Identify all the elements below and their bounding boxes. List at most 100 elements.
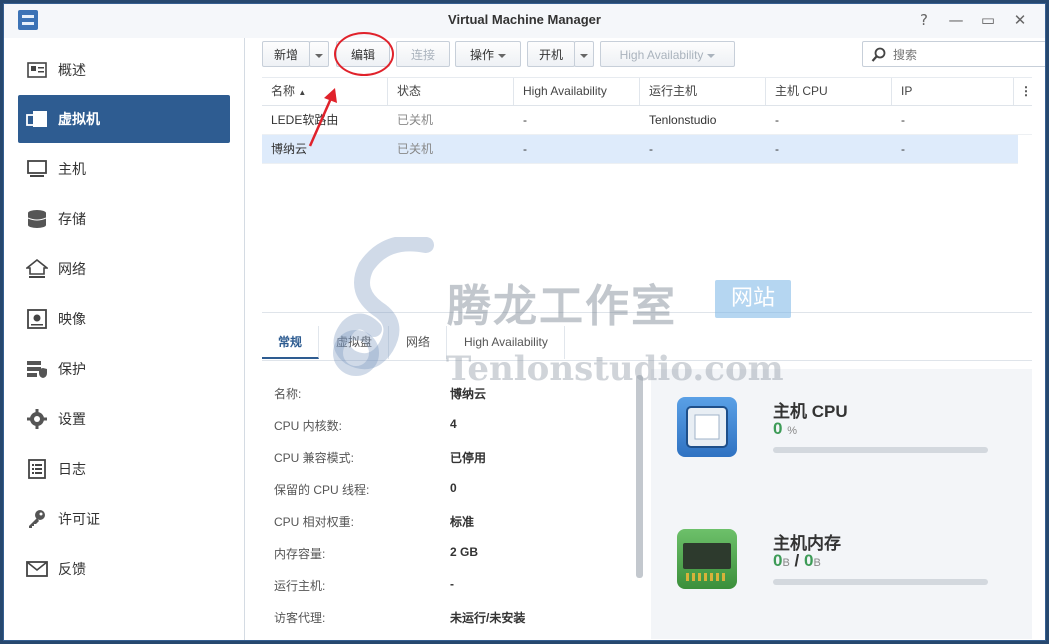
sidebar-item-label: 主机 xyxy=(58,161,86,177)
app-window: Virtual Machine Manager ? — ▭ ✕ 概述 虚拟机 主… xyxy=(3,3,1046,641)
search-box[interactable] xyxy=(862,41,1045,67)
tab-high-availability[interactable]: High Availability xyxy=(448,326,565,359)
sidebar-item-label: 映像 xyxy=(58,311,86,327)
host-icon xyxy=(26,159,48,179)
detail-value: 未运行/未安装 xyxy=(450,611,526,625)
resource-panel: 主机 CPU 0 % 主机内存 0B / 0B xyxy=(651,369,1032,639)
sidebar-item-image[interactable]: 映像 xyxy=(18,295,230,343)
search-input[interactable] xyxy=(891,46,1045,64)
connect-button[interactable]: 连接 xyxy=(396,41,450,67)
sidebar-item-label: 概述 xyxy=(58,62,86,78)
detail-value: 博纳云 xyxy=(450,387,487,401)
main-panel: 新增 编辑 连接 操作 开机 High Availability 名称 ▲ 状态… xyxy=(245,38,1045,640)
detail-key: CPU 兼容模式: xyxy=(274,451,355,465)
help-icon[interactable]: ? xyxy=(914,10,934,30)
sidebar-item-label: 设置 xyxy=(58,411,86,427)
table-row[interactable]: 博纳云 已关机 - - - - xyxy=(262,135,1018,164)
sidebar: 概述 虚拟机 主机 存储 网络 映像 保护 设置 日志 许可证 反馈 xyxy=(4,38,245,640)
high-availability-button[interactable]: High Availability xyxy=(600,41,735,67)
sidebar-item-network[interactable]: 网络 xyxy=(18,245,230,293)
tab-virtual-disk[interactable]: 虚拟盘 xyxy=(320,326,390,359)
power-on-button[interactable]: 开机 xyxy=(527,41,575,67)
column-header-ip[interactable]: IP xyxy=(892,78,1014,105)
settings-icon xyxy=(26,409,48,429)
vm-host-cell: Tenlonstudio xyxy=(649,113,717,127)
detail-tabs: 常规 虚拟盘 网络 High Availability xyxy=(262,326,1032,361)
column-header-status[interactable]: 状态 xyxy=(388,78,514,105)
detail-value: 2 GB xyxy=(450,545,479,559)
overview-icon xyxy=(26,60,48,80)
host-memory-value: 0B / 0B xyxy=(773,551,821,570)
host-cpu-bar xyxy=(773,447,988,453)
detail-value: - xyxy=(450,577,454,591)
detail-value: 0 xyxy=(450,481,457,495)
annotation-arrow-icon xyxy=(308,88,337,147)
sidebar-item-label: 虚拟机 xyxy=(58,111,100,127)
split-divider[interactable] xyxy=(262,312,1032,313)
detail-row: 保留的 CPU 线程: 0 xyxy=(274,481,634,501)
host-cpu-card: 主机 CPU 0 % xyxy=(671,397,1021,477)
sidebar-item-log[interactable]: 日志 xyxy=(18,445,230,493)
column-header-running-host[interactable]: 运行主机 xyxy=(640,78,766,105)
action-button[interactable]: 操作 xyxy=(455,41,521,67)
sidebar-item-feedback[interactable]: 反馈 xyxy=(18,545,230,593)
minimize-icon[interactable]: — xyxy=(946,10,966,30)
detail-row: CPU 兼容模式: 已停用 xyxy=(274,449,634,469)
sidebar-item-storage[interactable]: 存储 xyxy=(18,195,230,243)
sidebar-item-label: 保护 xyxy=(58,361,86,377)
sidebar-item-label: 存储 xyxy=(58,211,86,227)
detail-row: 访客代理: 未运行/未安装 xyxy=(274,609,634,629)
search-icon xyxy=(871,47,886,62)
title-bar: Virtual Machine Manager ? — ▭ ✕ xyxy=(4,4,1045,39)
detail-key: CPU 相对权重: xyxy=(274,515,355,529)
sidebar-item-virtual-machine[interactable]: 虚拟机 xyxy=(18,95,230,143)
table-header: 名称 ▲ 状态 High Availability 运行主机 主机 CPU IP… xyxy=(262,77,1032,106)
sidebar-item-overview[interactable]: 概述 xyxy=(18,46,230,94)
license-icon xyxy=(26,509,48,529)
sidebar-item-host[interactable]: 主机 xyxy=(18,145,230,193)
detail-value: 标准 xyxy=(450,515,475,529)
tab-general[interactable]: 常规 xyxy=(262,326,320,359)
detail-key: 内存容量: xyxy=(274,547,326,561)
new-dropdown-button[interactable] xyxy=(309,41,329,67)
network-icon xyxy=(26,259,48,279)
image-icon xyxy=(26,309,48,329)
detail-value: 4 xyxy=(450,417,457,431)
power-on-dropdown-button[interactable] xyxy=(574,41,594,67)
close-icon[interactable]: ✕ xyxy=(1010,10,1030,30)
vm-table: 名称 ▲ 状态 High Availability 运行主机 主机 CPU IP… xyxy=(262,77,1032,164)
table-row[interactable]: LEDE软路由 已关机 - Tenlonstudio - - xyxy=(262,106,1032,135)
detail-key: 运行主机: xyxy=(274,579,326,593)
sidebar-item-license[interactable]: 许可证 xyxy=(18,495,230,543)
window-title: Virtual Machine Manager xyxy=(448,12,601,27)
detail-row: 名称: 博纳云 xyxy=(274,385,634,405)
detail-row: CPU 相对权重: 标准 xyxy=(274,513,634,533)
sidebar-item-protection[interactable]: 保护 xyxy=(18,345,230,393)
vm-status-cell: 已关机 xyxy=(397,113,434,127)
caret-down-icon xyxy=(580,53,588,58)
caret-down-icon xyxy=(315,53,323,58)
detail-key: 保留的 CPU 线程: xyxy=(274,483,370,497)
tab-network[interactable]: 网络 xyxy=(390,326,448,359)
vm-cpu-cell: - xyxy=(775,142,779,156)
general-details: 名称: 博纳云 CPU 内核数: 4 CPU 兼容模式: 已停用 保留的 CPU 线程… xyxy=(262,369,643,639)
column-options-icon[interactable]: ⋮ xyxy=(1014,78,1032,105)
maximize-icon[interactable]: ▭ xyxy=(978,10,998,30)
details-scrollbar[interactable] xyxy=(636,375,643,578)
sidebar-item-settings[interactable]: 设置 xyxy=(18,395,230,443)
cpu-chip-icon xyxy=(677,397,737,457)
sidebar-item-label: 网络 xyxy=(58,261,86,277)
storage-icon xyxy=(26,209,48,229)
sidebar-item-label: 许可证 xyxy=(58,511,100,527)
annotation-circle xyxy=(334,32,394,76)
sidebar-item-label: 反馈 xyxy=(58,561,86,577)
caret-down-icon xyxy=(498,53,506,58)
detail-row: CPU 内核数: 4 xyxy=(274,417,634,437)
vm-status-cell: 已关机 xyxy=(397,142,434,156)
new-button[interactable]: 新增 xyxy=(262,41,310,67)
sidebar-item-label: 日志 xyxy=(58,461,86,477)
column-header-ha[interactable]: High Availability xyxy=(514,78,640,105)
column-header-host-cpu[interactable]: 主机 CPU xyxy=(766,78,892,105)
host-memory-bar xyxy=(773,579,988,585)
detail-row: 内存容量: 2 GB xyxy=(274,545,634,565)
